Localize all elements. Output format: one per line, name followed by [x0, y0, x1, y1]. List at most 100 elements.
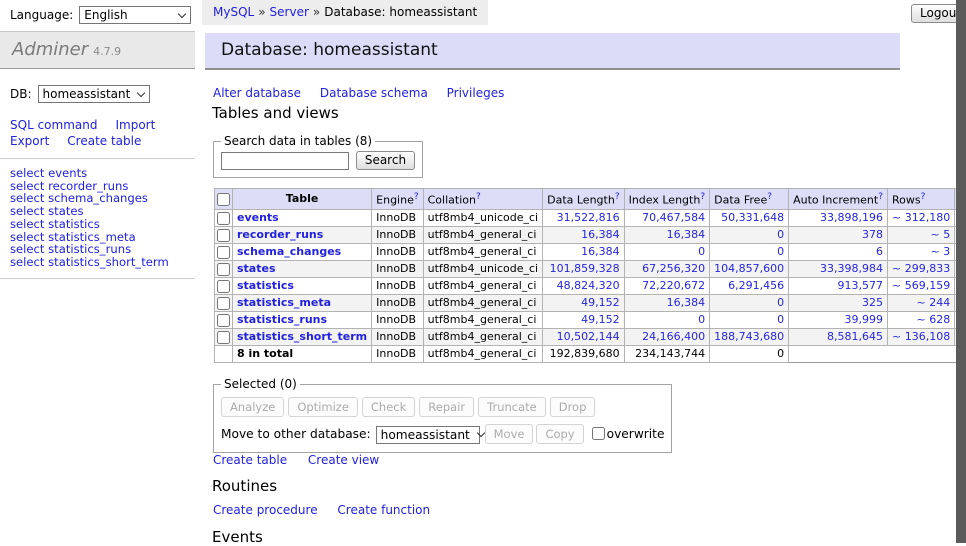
data-free-cell-link[interactable]: 0 — [777, 296, 784, 309]
data-free-cell-link[interactable]: 104,857,600 — [714, 262, 784, 275]
data-free-cell-link[interactable]: 50,331,648 — [721, 211, 784, 224]
sidebar-link-export[interactable]: Export — [10, 134, 49, 148]
row-checkbox[interactable] — [217, 331, 230, 344]
data-free-cell-link[interactable]: 0 — [777, 228, 784, 241]
select-all-checkbox[interactable] — [217, 193, 230, 206]
data-free-cell-link[interactable]: 188,743,680 — [714, 330, 784, 343]
table-name-cell: statistics_meta — [233, 294, 372, 311]
auto-increment-cell-link[interactable]: 33,898,196 — [820, 211, 883, 224]
data-length-cell-link[interactable]: 49,152 — [581, 313, 620, 326]
rows-count-cell-link[interactable]: ~ 5 — [930, 228, 950, 241]
row-checkbox[interactable] — [217, 280, 230, 293]
data-length-cell-link[interactable]: 49,152 — [581, 296, 620, 309]
data-length-cell: 49,152 — [543, 294, 624, 311]
rows-count-cell: ~ 5 — [888, 226, 955, 243]
sidebar-link-import[interactable]: Import — [115, 118, 155, 132]
rows-count-cell-link[interactable]: ~ 136,108 — [892, 330, 950, 343]
vertical-scrollbar[interactable] — [956, 0, 966, 543]
index-length-cell-link[interactable]: 67,256,320 — [642, 262, 705, 275]
index-length-cell-link[interactable]: 24,166,400 — [642, 330, 705, 343]
index-length-cell-link[interactable]: 0 — [698, 245, 705, 258]
selected-fieldset: Selected (0) AnalyzeOptimizeCheckRepairT… — [213, 377, 672, 453]
search-button[interactable]: Search — [356, 151, 415, 170]
sidebar-link-sql-command[interactable]: SQL command — [10, 118, 97, 132]
row-checkbox[interactable] — [217, 263, 230, 276]
sidebar: Language:English Adminer4.7.9 DB:homeass… — [0, 0, 195, 287]
alter-database-link[interactable]: Alter database — [213, 86, 301, 100]
auto-increment-cell: 33,398,984 — [789, 260, 888, 277]
search-input[interactable] — [221, 152, 349, 170]
engine-cell: InnoDB — [372, 277, 423, 294]
row-checkbox[interactable] — [217, 229, 230, 242]
index-length-cell-link[interactable]: 16,384 — [667, 296, 706, 309]
table-name-link[interactable]: states — [237, 262, 276, 275]
table-name-link[interactable]: statistics_meta — [237, 296, 331, 309]
collation-cell: utf8mb4_general_ci — [423, 311, 542, 328]
data-length-cell-link[interactable]: 48,824,320 — [557, 279, 620, 292]
data-free-cell-link[interactable]: 0 — [777, 245, 784, 258]
auto-increment-cell-link[interactable]: 325 — [862, 296, 883, 309]
auto-increment-cell-link[interactable]: 8,581,645 — [827, 330, 883, 343]
index-length-cell-link[interactable]: 72,220,672 — [642, 279, 705, 292]
data-length-cell-link[interactable]: 16,384 — [581, 228, 620, 241]
app-name: Adminer — [12, 39, 88, 60]
column-hint-link[interactable]: ? — [878, 192, 883, 202]
table-name-link[interactable]: statistics_short_term — [237, 330, 367, 343]
data-free-cell-link[interactable]: 6,291,456 — [728, 279, 784, 292]
sidebar-item-select-statistics[interactable]: select statistics — [10, 218, 185, 231]
data-length-cell-link[interactable]: 31,522,816 — [557, 211, 620, 224]
row-checkbox[interactable] — [217, 297, 230, 310]
rows-count-cell-link[interactable]: ~ 244 — [916, 296, 950, 309]
create-function-link[interactable]: Create function — [337, 503, 430, 517]
overwrite-checkbox[interactable] — [592, 427, 605, 440]
index-length-cell-link[interactable]: 70,467,584 — [642, 211, 705, 224]
column-hint-link[interactable]: ? — [700, 192, 705, 202]
index-length-cell-link[interactable]: 16,384 — [667, 228, 706, 241]
rows-count-cell-link[interactable]: ~ 299,833 — [892, 262, 950, 275]
auto-increment-cell-link[interactable]: 913,577 — [838, 279, 884, 292]
rows-count-cell-link[interactable]: ~ 312,180 — [892, 211, 950, 224]
move-database-select[interactable]: homeassistant — [376, 426, 480, 444]
table-name-link[interactable]: statistics — [237, 279, 294, 292]
database-schema-link[interactable]: Database schema — [320, 86, 428, 100]
sidebar-item-select-events[interactable]: select events — [10, 167, 185, 180]
column-hint-link[interactable]: ? — [921, 192, 926, 202]
row-checkbox[interactable] — [217, 314, 230, 327]
db-select-value: homeassistant — [43, 87, 131, 101]
table-name-link[interactable]: schema_changes — [237, 245, 341, 258]
auto-increment-cell-link[interactable]: 6 — [876, 245, 883, 258]
sidebar-item-select-statistics-short-term[interactable]: select statistics_short_term — [10, 256, 185, 269]
create-view-link[interactable]: Create view — [308, 453, 379, 467]
column-hint-link[interactable]: ? — [476, 192, 481, 202]
table-name-link[interactable]: statistics_runs — [237, 313, 327, 326]
create-procedure-link[interactable]: Create procedure — [213, 503, 318, 517]
data-length-cell-link[interactable]: 101,859,328 — [550, 262, 620, 275]
rows-count-cell-link[interactable]: ~ 628 — [916, 313, 950, 326]
column-hint-link[interactable]: ? — [767, 192, 772, 202]
rows-count-cell-link[interactable]: ~ 569,159 — [892, 279, 950, 292]
row-checkbox[interactable] — [217, 246, 230, 259]
rows-count-cell-link[interactable]: ~ 3 — [930, 245, 950, 258]
table-name-link[interactable]: recorder_runs — [237, 228, 323, 241]
row-checkbox[interactable] — [217, 212, 230, 225]
sidebar-item-select-states[interactable]: select states — [10, 205, 185, 218]
create-table-link[interactable]: Create table — [213, 453, 287, 467]
data-length-cell-link[interactable]: 10,502,144 — [557, 330, 620, 343]
scrollbar-thumb[interactable] — [956, 0, 966, 543]
auto-increment-cell-link[interactable]: 33,398,984 — [820, 262, 883, 275]
breadcrumb-link-server[interactable]: Server — [270, 5, 309, 19]
db-select[interactable]: homeassistant — [38, 85, 150, 103]
privileges-link[interactable]: Privileges — [447, 86, 505, 100]
index-length-cell-link[interactable]: 0 — [698, 313, 705, 326]
data-length-cell-link[interactable]: 16,384 — [581, 245, 620, 258]
language-select[interactable]: English — [79, 6, 191, 24]
column-hint-link[interactable]: ? — [615, 192, 620, 202]
data-length-cell: 31,522,816 — [543, 209, 624, 226]
auto-increment-cell-link[interactable]: 39,999 — [845, 313, 884, 326]
auto-increment-cell-link[interactable]: 378 — [862, 228, 883, 241]
breadcrumb-link-mysql[interactable]: MySQL — [213, 5, 254, 19]
column-hint-link[interactable]: ? — [414, 192, 419, 202]
sidebar-link-create-table[interactable]: Create table — [67, 134, 141, 148]
data-free-cell-link[interactable]: 0 — [777, 313, 784, 326]
table-name-link[interactable]: events — [237, 211, 279, 224]
